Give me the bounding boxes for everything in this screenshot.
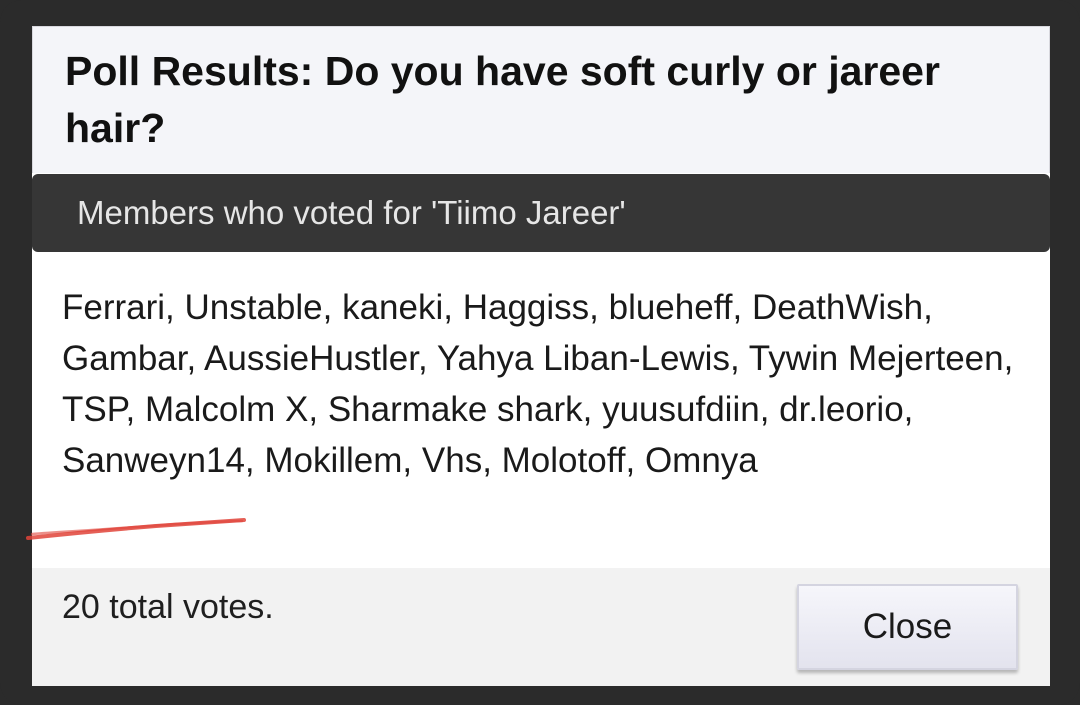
dialog-frame: Poll Results: Do you have soft curly or … — [0, 0, 1080, 705]
total-votes: 20 total votes. — [62, 588, 274, 626]
dialog-title-bar: Poll Results: Do you have soft curly or … — [32, 26, 1050, 173]
poll-results-dialog: Poll Results: Do you have soft curly or … — [26, 26, 1050, 686]
dialog-footer: 20 total votes. Close — [32, 568, 1050, 686]
voters-subheader: Members who voted for 'Tiimo Jareer' — [32, 174, 1050, 252]
close-button[interactable]: Close — [797, 584, 1018, 670]
voters-subheader-label: Members who voted for 'Tiimo Jareer' — [77, 194, 626, 231]
voters-list: Ferrari, Unstable, kaneki, Haggiss, blue… — [62, 288, 1014, 480]
dialog-title: Poll Results: Do you have soft curly or … — [65, 48, 940, 151]
red-underline-annotation — [26, 518, 246, 540]
